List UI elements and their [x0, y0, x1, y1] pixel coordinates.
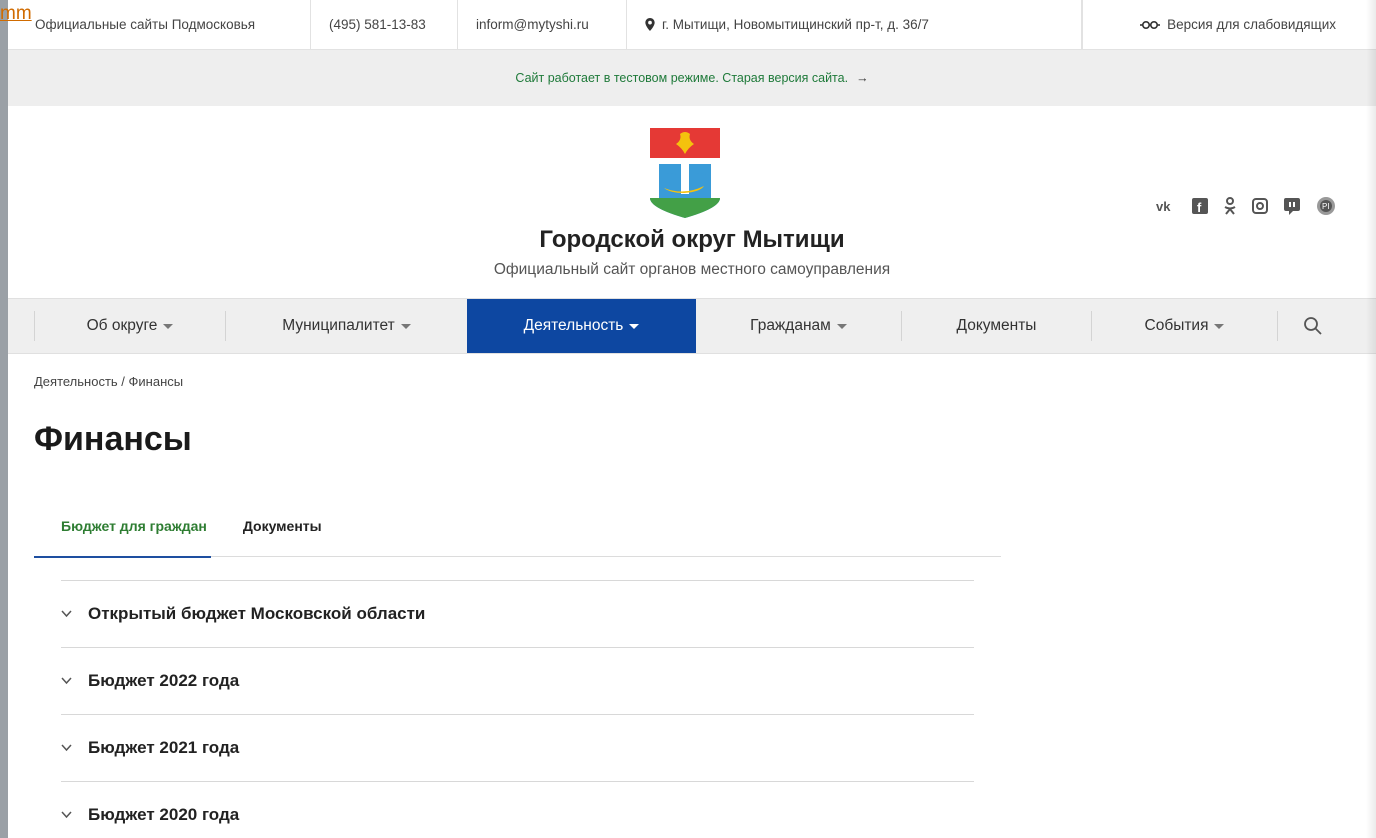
accordion-label: Бюджет 2021 года — [88, 738, 240, 757]
svg-text:PI: PI — [1322, 202, 1330, 211]
nav-item-events[interactable]: События — [1092, 299, 1277, 353]
telegram-icon[interactable] — [1284, 197, 1300, 215]
nav-item-label: Об округе — [86, 317, 158, 334]
caret-down-icon — [163, 323, 174, 329]
caret-down-icon — [629, 323, 640, 329]
glasses-icon — [1140, 20, 1161, 29]
top-bar: Официальные сайты Подмосковья (495) 581-… — [8, 0, 1376, 50]
nav-item-activity[interactable]: Деятельность — [467, 299, 696, 353]
accordion-item-budget-2020[interactable]: Бюджет 2020 года — [61, 781, 974, 838]
address-link[interactable]: г. Мытищи, Новомытищинский пр-т, д. 36/7 — [627, 0, 1082, 49]
vk-icon[interactable]: vk — [1156, 199, 1176, 213]
tab-budget-for-citizens[interactable]: Бюджет для граждан — [34, 506, 211, 558]
accordion-item-budget-2022[interactable]: Бюджет 2022 года — [61, 647, 974, 714]
tab-bar: Бюджет для граждан Документы — [34, 506, 1001, 558]
search-button[interactable] — [1278, 299, 1348, 353]
social-links: vk f PI — [1156, 196, 1336, 216]
svg-text:vk: vk — [1156, 199, 1171, 213]
chevron-down-icon — [61, 677, 72, 685]
accessibility-text: Версия для слабовидящих — [1167, 17, 1336, 32]
test-mode-notice[interactable]: Сайт работает в тестовом режиме. Старая … — [8, 50, 1376, 106]
main-nav: Об округе Муниципалитет Деятельность Гра… — [8, 298, 1376, 354]
accordion-item-open-budget[interactable]: Открытый бюджет Московской области — [61, 580, 974, 647]
nav-item-label: Деятельность — [523, 317, 624, 334]
site-title[interactable]: Городской округ Мытищи — [8, 226, 1376, 254]
nav-item-label: Муниципалитет — [282, 317, 395, 334]
phone-link[interactable]: (495) 581-13-83 — [311, 0, 458, 49]
budget-accordion: Открытый бюджет Московской области Бюдже… — [61, 580, 974, 838]
nav-item-about[interactable]: Об округе — [35, 299, 225, 353]
nav-item-label: Гражданам — [750, 317, 831, 334]
accessibility-link[interactable]: Версия для слабовидящих — [1082, 0, 1376, 49]
page: mm Официальные сайты Подмосковья (495) 5… — [0, 0, 1376, 838]
email-link[interactable]: inform@mytyshi.ru — [458, 0, 627, 49]
caret-down-icon — [836, 323, 847, 329]
accordion-label: Бюджет 2020 года — [88, 805, 240, 824]
accordion-label: Бюджет 2022 года — [88, 671, 240, 690]
official-sites-link[interactable]: Официальные сайты Подмосковья — [8, 0, 311, 49]
tab-documents[interactable]: Документы — [217, 506, 322, 557]
chevron-down-icon — [61, 744, 72, 752]
window-edge — [0, 0, 8, 838]
accordion-item-budget-2021[interactable]: Бюджет 2021 года — [61, 714, 974, 781]
instagram-icon[interactable] — [1252, 198, 1268, 214]
svg-text:f: f — [1197, 200, 1202, 214]
nav-item-label: Документы — [956, 317, 1037, 334]
chevron-down-icon — [61, 811, 72, 819]
caret-down-icon — [400, 323, 411, 329]
site-subtitle: Официальный сайт органов местного самоуп… — [493, 261, 891, 278]
arrow-right-icon: → — [856, 71, 869, 85]
map-pin-icon — [645, 18, 655, 31]
corner-link[interactable]: mm — [0, 3, 32, 25]
notice-text: Сайт работает в тестовом режиме. Старая … — [515, 71, 849, 85]
pi-icon[interactable]: PI — [1316, 196, 1336, 216]
breadcrumb[interactable]: Деятельность / Финансы — [34, 374, 183, 389]
search-icon — [1304, 317, 1322, 335]
nav-item-label: События — [1144, 317, 1209, 334]
nav-item-municipality[interactable]: Муниципалитет — [226, 299, 467, 353]
odnoklassniki-icon[interactable] — [1224, 197, 1236, 215]
accordion-label: Открытый бюджет Московской области — [88, 604, 426, 623]
facebook-icon[interactable]: f — [1192, 198, 1208, 214]
site-header: Городской округ Мытищи Официальный сайт … — [8, 106, 1376, 298]
page-title: Финансы — [34, 420, 192, 458]
chevron-down-icon — [61, 610, 72, 618]
nav-item-documents[interactable]: Документы — [902, 299, 1091, 353]
caret-down-icon — [1214, 323, 1225, 329]
coat-of-arms-logo[interactable] — [650, 128, 720, 218]
window-shadow — [1366, 0, 1376, 838]
address-text: г. Мытищи, Новомытищинский пр-т, д. 36/7 — [662, 17, 929, 32]
nav-item-citizens[interactable]: Гражданам — [696, 299, 901, 353]
